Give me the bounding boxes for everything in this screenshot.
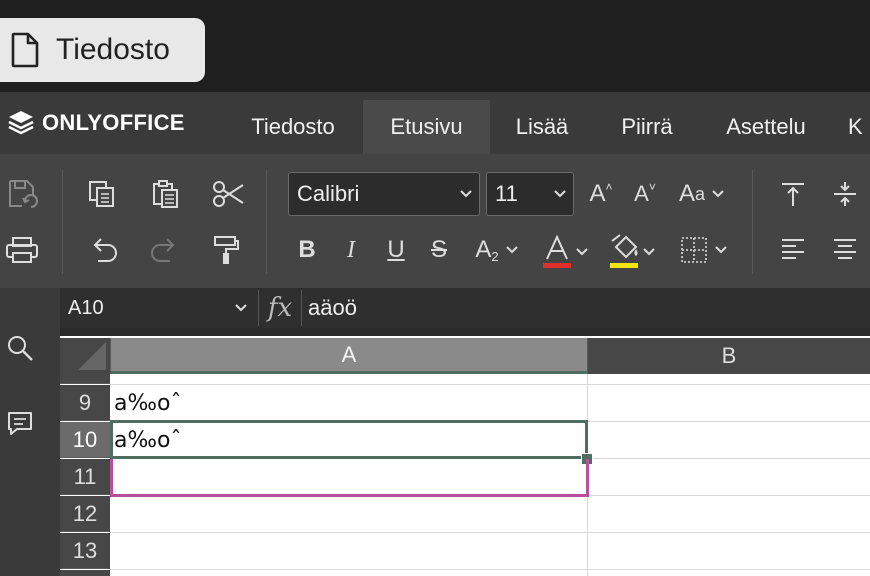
formula-input[interactable]: aäoö xyxy=(308,290,357,326)
grid-line xyxy=(110,384,870,385)
tab-etusivu[interactable]: Etusivu xyxy=(363,100,490,154)
onlyoffice-logo-icon xyxy=(8,111,34,135)
document-icon xyxy=(11,32,39,68)
column-label: B xyxy=(721,343,737,368)
formula-value: aäoö xyxy=(308,295,357,320)
row-number: 9 xyxy=(78,389,92,415)
grid-line xyxy=(110,569,870,570)
subscript-icon[interactable]: A2 xyxy=(468,232,526,268)
chevron-down-icon xyxy=(576,248,588,256)
align-top-icon[interactable] xyxy=(776,176,810,212)
row-header-11[interactable]: 11 xyxy=(60,459,110,495)
toolbar-separator xyxy=(266,170,267,274)
document-tab-label: Tiedosto xyxy=(56,33,170,66)
name-box[interactable]: A10 xyxy=(60,290,258,326)
align-left-icon[interactable] xyxy=(776,232,810,268)
row-number: 13 xyxy=(72,537,98,563)
borders-icon xyxy=(681,237,707,263)
chevron-down-icon xyxy=(715,246,727,254)
row-number: 12 xyxy=(72,500,98,526)
strikethrough-icon[interactable]: S xyxy=(424,232,454,268)
font-size-value: 11 xyxy=(495,181,518,206)
range-highlight xyxy=(110,459,589,497)
brand-name: ONLYOFFICE xyxy=(42,110,185,135)
column-header-a[interactable]: A xyxy=(111,338,587,374)
change-case-icon[interactable]: Aa xyxy=(672,176,732,212)
toolbar-separator xyxy=(62,170,63,274)
increase-font-icon[interactable]: A ˄ xyxy=(584,176,618,212)
comments-icon[interactable] xyxy=(2,406,38,442)
tab-piirra[interactable]: Piirrä xyxy=(605,100,689,154)
tab-label: Lisää xyxy=(515,114,569,139)
row-header-10[interactable]: 10 xyxy=(60,422,110,458)
underline-icon[interactable]: U xyxy=(382,232,410,268)
font-name-select[interactable]: Calibri xyxy=(288,172,480,216)
tab-label: Piirrä xyxy=(621,114,673,139)
align-center-icon[interactable] xyxy=(828,232,862,268)
chevron-down-icon xyxy=(505,246,518,254)
grid-line xyxy=(110,532,870,533)
fx-label: fx xyxy=(267,293,293,323)
tab-k[interactable]: K xyxy=(848,100,870,154)
name-box-value: A10 xyxy=(68,296,104,319)
row-number: 10 xyxy=(72,426,98,452)
chevron-down-icon xyxy=(643,248,655,256)
font-name-value: Calibri xyxy=(297,181,360,206)
font-size-select[interactable]: 11 xyxy=(486,172,574,216)
tab-label: Asettelu xyxy=(726,114,806,139)
copy-icon[interactable] xyxy=(84,176,120,212)
print-icon[interactable] xyxy=(2,232,42,268)
onlyoffice-logo: ONLYOFFICE xyxy=(6,108,185,138)
insert-function-button[interactable]: fx xyxy=(258,290,302,326)
cut-icon[interactable] xyxy=(208,176,248,212)
font-color-button[interactable] xyxy=(536,232,594,272)
row-header-12[interactable]: 12 xyxy=(60,496,110,532)
row-header-9[interactable]: 9 xyxy=(60,385,110,421)
search-icon[interactable] xyxy=(2,330,38,366)
row-header-partial xyxy=(60,570,110,576)
borders-button[interactable] xyxy=(674,232,734,268)
align-middle-icon[interactable] xyxy=(828,176,862,212)
cell-a9[interactable]: a‰oˆ xyxy=(114,391,181,416)
row-header-partial xyxy=(60,374,110,384)
save-icon[interactable] xyxy=(2,176,42,212)
tab-asettelu[interactable]: Asettelu xyxy=(710,100,822,154)
select-all-corner[interactable] xyxy=(60,338,110,374)
undo-icon[interactable] xyxy=(86,232,122,268)
chevron-down-icon xyxy=(235,304,247,312)
paste-icon[interactable] xyxy=(148,176,184,212)
row-header-13[interactable]: 13 xyxy=(60,533,110,569)
tab-label: K xyxy=(848,114,863,139)
active-cell-border xyxy=(110,420,588,459)
chevron-down-icon xyxy=(460,190,472,198)
column-header-b[interactable]: B xyxy=(588,338,870,374)
paint-bucket-icon xyxy=(610,234,638,268)
fill-color-button[interactable] xyxy=(602,232,662,272)
font-color-icon xyxy=(543,234,571,268)
chevron-down-icon xyxy=(712,190,724,198)
header-divider xyxy=(587,338,588,374)
tab-label: Tiedosto xyxy=(251,114,335,139)
document-tab[interactable]: Tiedosto xyxy=(0,18,205,82)
decrease-font-icon[interactable]: A ˅ xyxy=(630,176,660,212)
bold-icon[interactable]: B xyxy=(292,232,322,268)
tab-label: Etusivu xyxy=(390,114,463,139)
row-number: 11 xyxy=(73,463,97,489)
tab-lisaa[interactable]: Lisää xyxy=(498,100,586,154)
redo-icon[interactable] xyxy=(146,232,182,268)
tab-tiedosto[interactable]: Tiedosto xyxy=(228,100,358,154)
toolbar-separator xyxy=(752,170,753,274)
chevron-down-icon xyxy=(554,190,566,198)
column-label: A xyxy=(341,341,357,367)
header-divider xyxy=(110,338,111,374)
format-painter-icon[interactable] xyxy=(208,232,244,268)
italic-icon[interactable]: I xyxy=(338,232,364,268)
